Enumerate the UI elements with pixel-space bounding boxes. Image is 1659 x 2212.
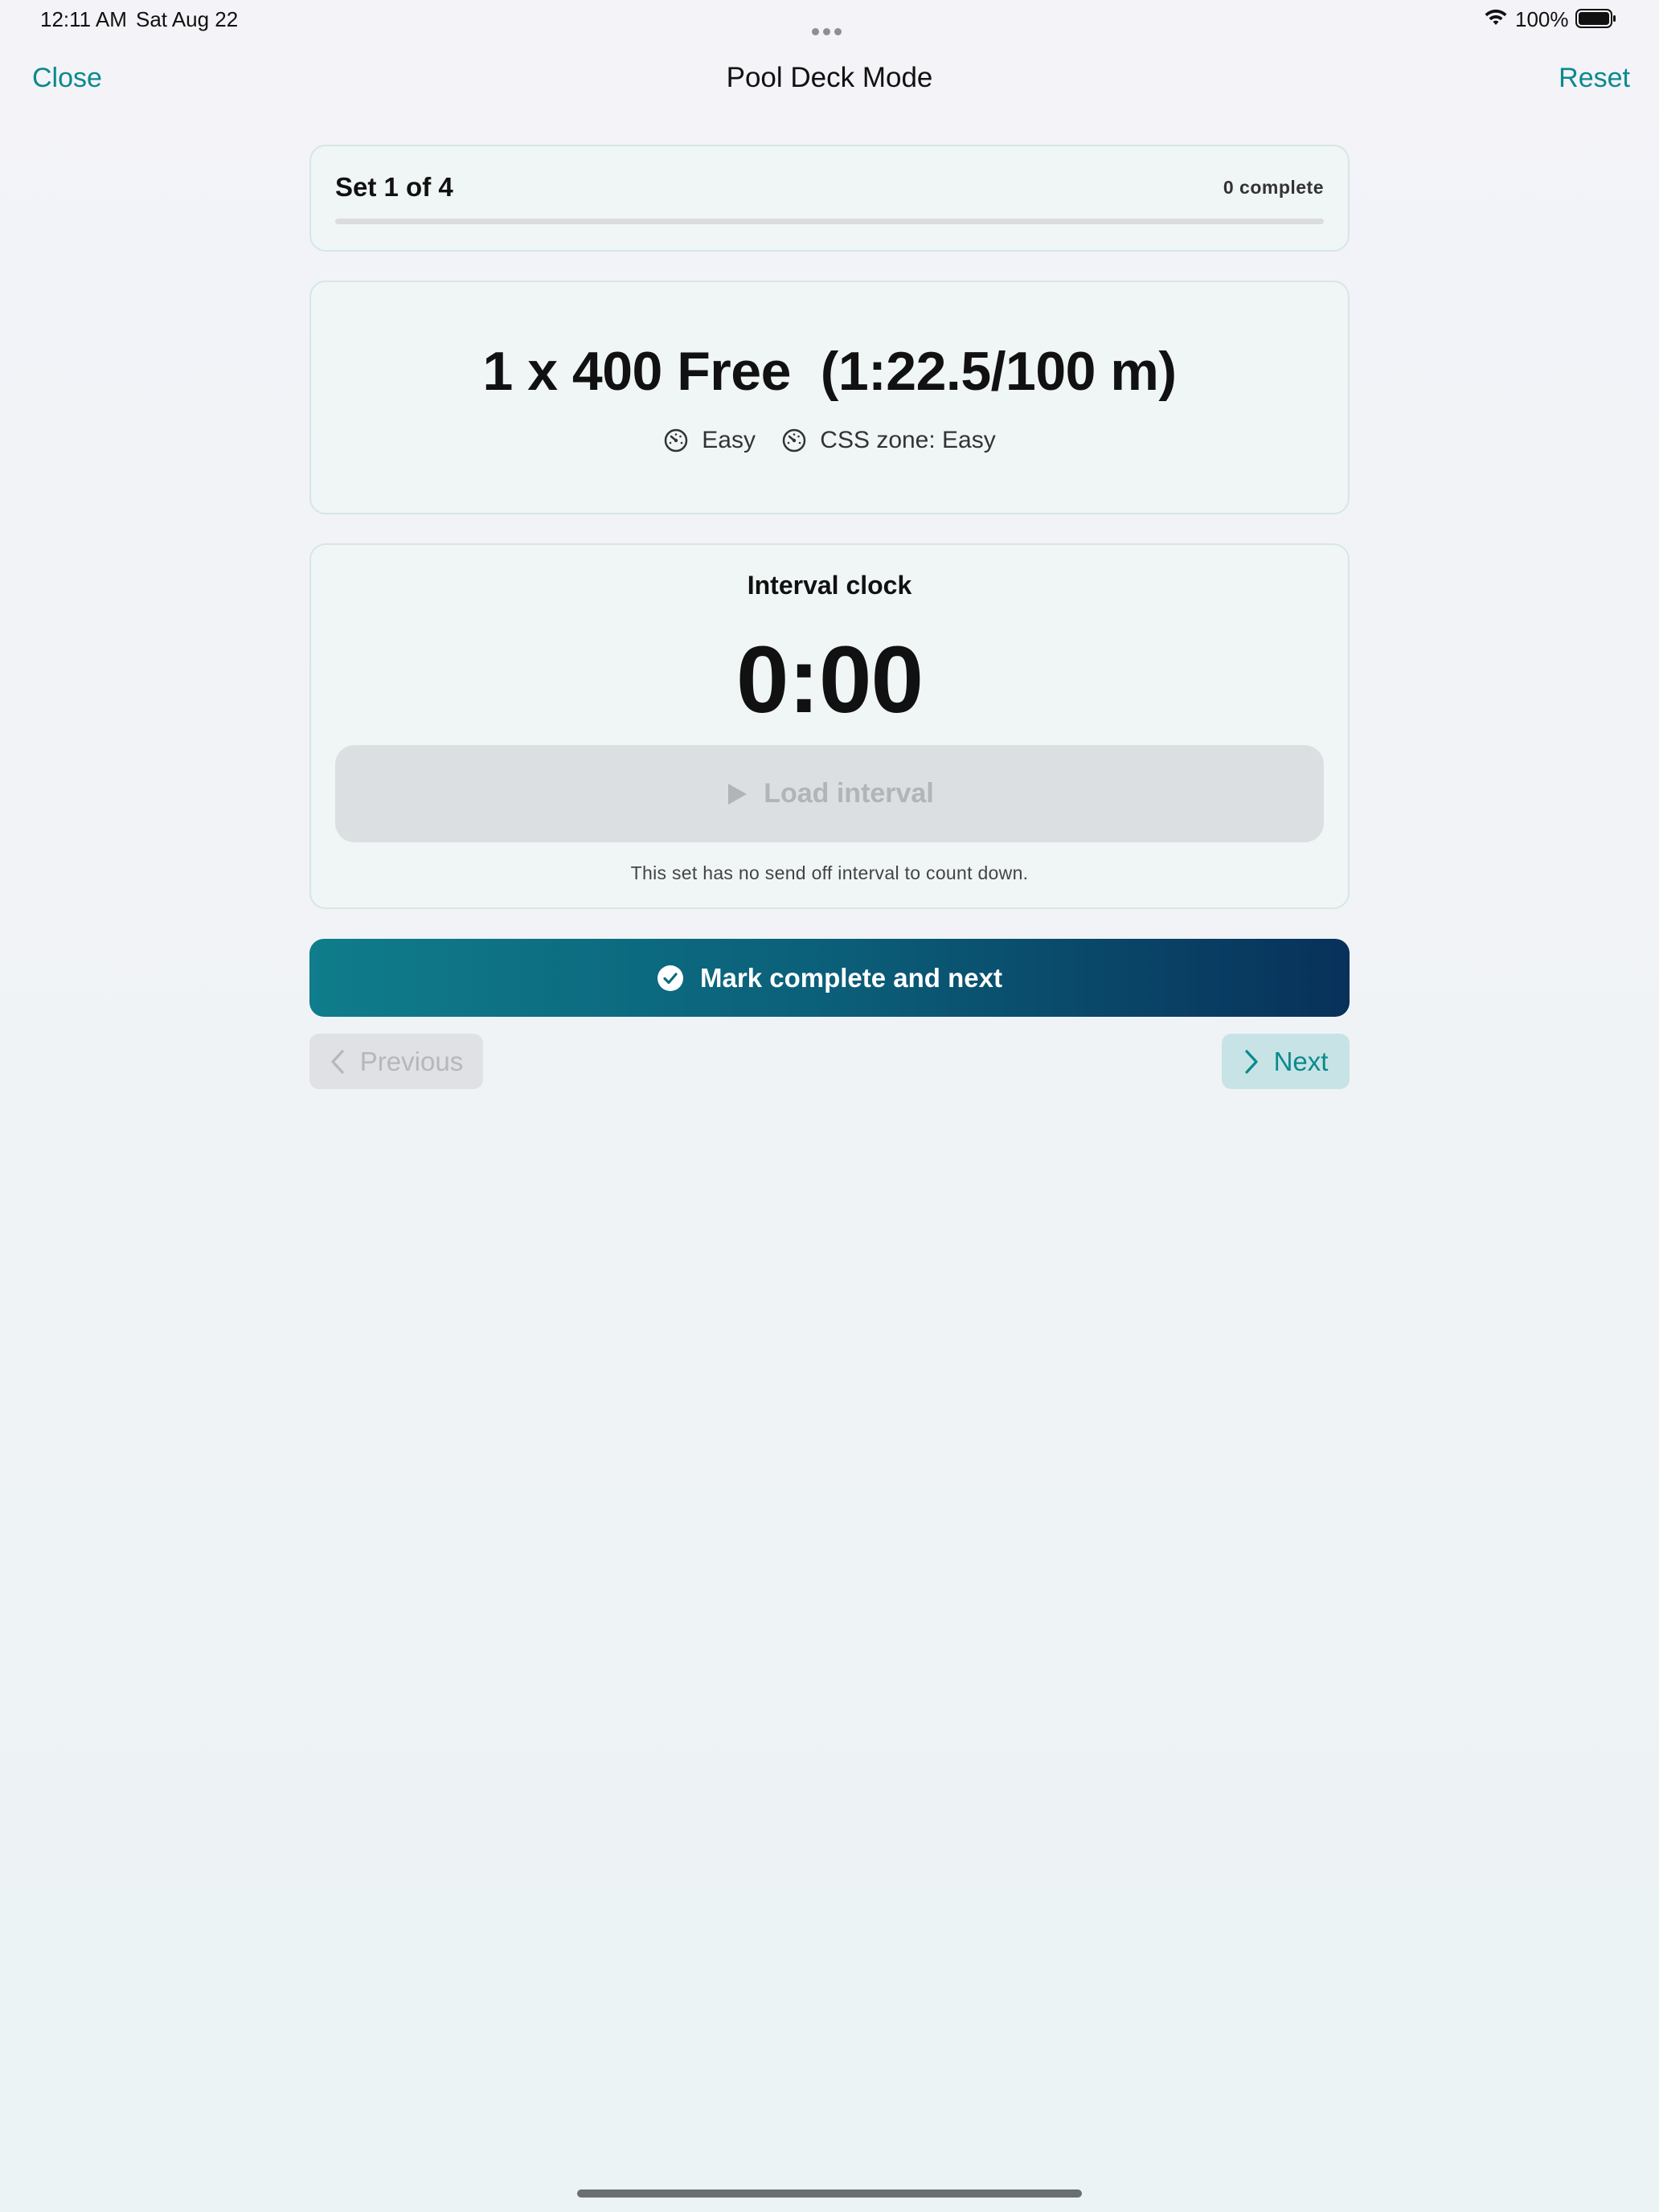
status-time: 12:11 AM [40, 7, 127, 31]
complete-count: 0 complete [1223, 177, 1324, 198]
page-title: Pool Deck Mode [726, 62, 933, 93]
set-meta: Easy CSS zone: Easy [311, 427, 1348, 460]
set-counter: Set 1 of 4 [335, 172, 453, 202]
checkmark-circle-icon [657, 965, 684, 991]
interval-clock-card: Interval clock 0:00 Load interval This s… [309, 543, 1350, 909]
reset-button[interactable]: Reset [1559, 63, 1630, 94]
load-interval-button[interactable]: Load interval [335, 745, 1324, 842]
previous-button[interactable]: Previous [309, 1034, 483, 1089]
speedometer-icon [665, 428, 688, 453]
home-indicator[interactable] [577, 2189, 1082, 2198]
battery-icon [1575, 9, 1616, 28]
status-date: Sat Aug 22 [136, 7, 239, 31]
progress-card: Set 1 of 4 0 complete [309, 145, 1350, 252]
css-zone-label: CSS zone: Easy [820, 427, 996, 453]
next-button[interactable]: Next [1222, 1034, 1350, 1089]
effort-tag: Easy [663, 427, 756, 454]
clock-note: This set has no send off interval to cou… [630, 862, 1029, 883]
battery-percent: 100% [1515, 7, 1569, 31]
mark-complete-button[interactable]: Mark complete and next [309, 939, 1350, 1017]
more-dots-icon[interactable] [812, 16, 847, 35]
speedometer-icon [783, 428, 806, 453]
progress-bar [335, 219, 1324, 224]
clock-value: 0:00 [735, 627, 924, 733]
load-interval-label: Load interval [764, 778, 934, 809]
current-set-card: 1 x 400 Free (1:22.5/100 m) Easy CSS zon… [309, 281, 1350, 514]
wifi-icon [1485, 9, 1507, 25]
play-icon [728, 783, 748, 805]
previous-label: Previous [359, 1046, 464, 1076]
status-bar: 12:11 AM Sat Aug 22 100% [0, 0, 1659, 39]
next-label: Next [1273, 1046, 1329, 1076]
chevron-right-icon [1244, 1049, 1258, 1074]
clock-heading: Interval clock [747, 571, 912, 600]
set-title: 1 x 400 Free (1:22.5/100 m) [482, 341, 1178, 402]
mark-complete-label: Mark complete and next [700, 962, 1002, 993]
css-zone-tag: CSS zone: Easy [781, 427, 996, 454]
chevron-left-icon [331, 1049, 344, 1074]
navigation-bar: Close Pool Deck Mode Reset [0, 48, 1659, 113]
effort-label: Easy [702, 427, 756, 453]
